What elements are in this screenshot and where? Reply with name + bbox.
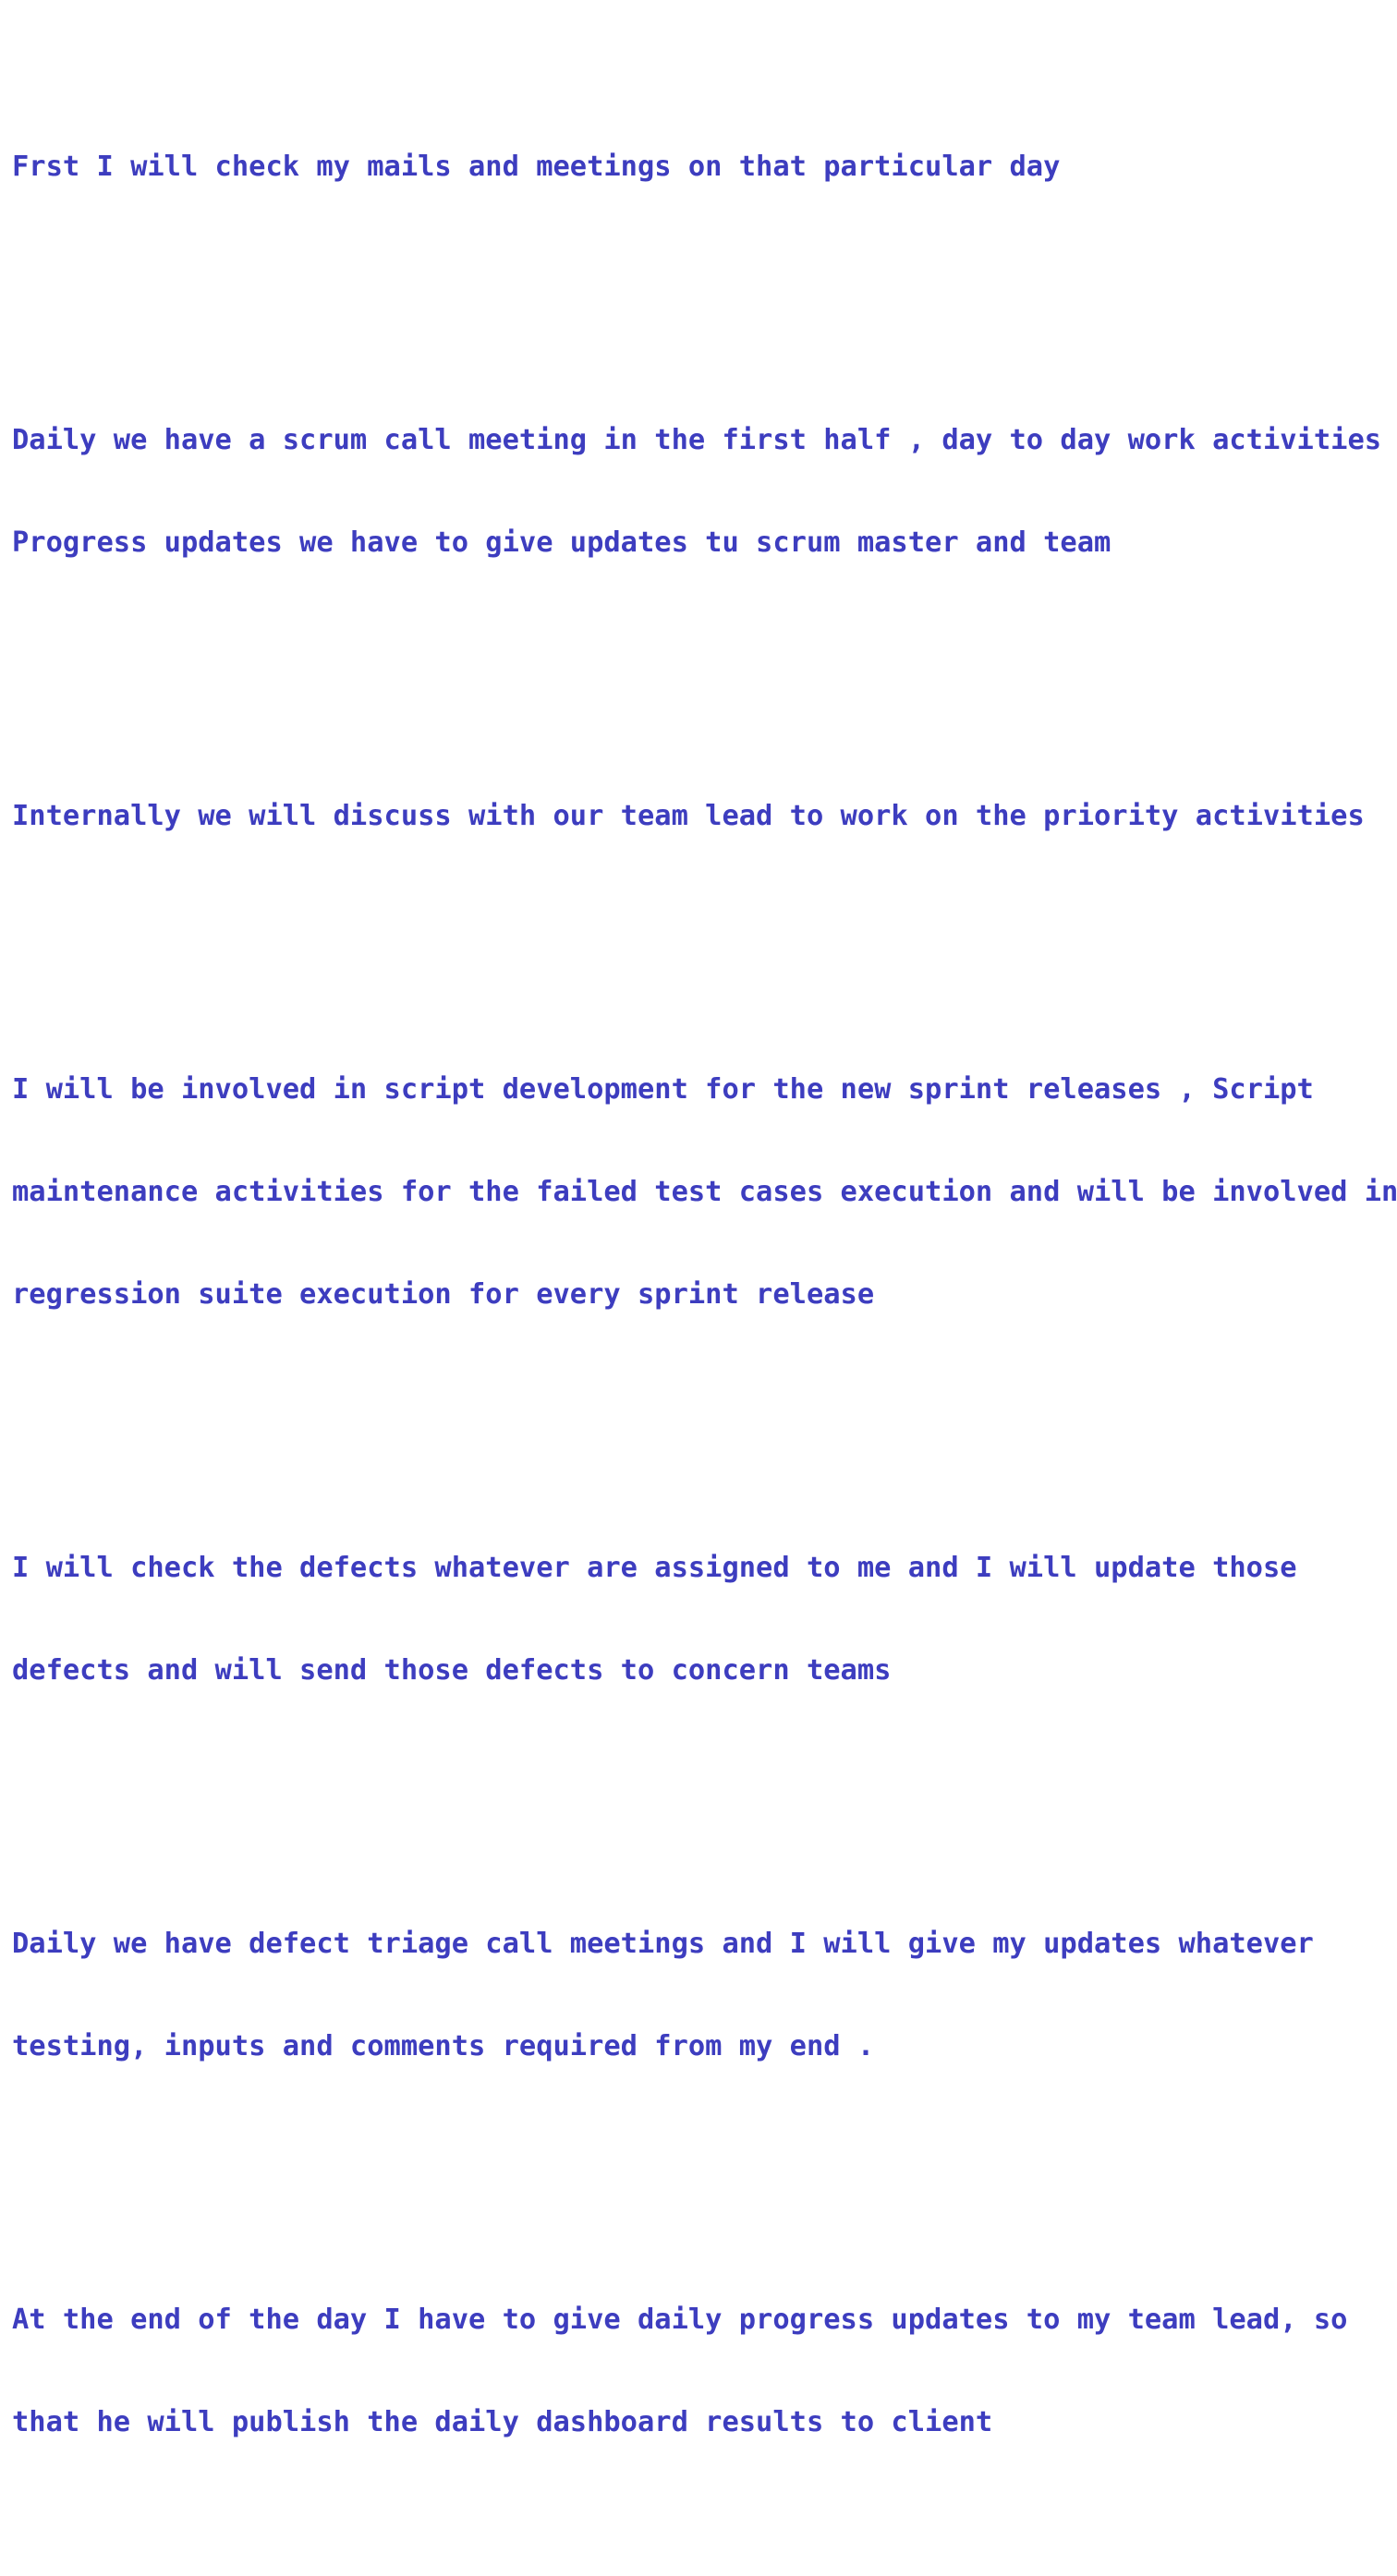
paragraph-defects: I will check the defects whatever are as… bbox=[12, 1482, 1389, 1756]
paragraph-check-mails: Frst I will check my mails and meetings … bbox=[12, 81, 1389, 252]
paragraph-line: that he will publish the daily dashboard… bbox=[12, 2406, 993, 2438]
paragraph-line: Daily we have a scrum call meeting in th… bbox=[12, 424, 1397, 456]
paragraph-line: I will check the defects whatever are as… bbox=[12, 1552, 1297, 1584]
paragraph-line: Frst I will check my mails and meetings … bbox=[12, 151, 1061, 183]
paragraph-script-development: I will be involved in script development… bbox=[12, 1004, 1397, 1380]
paragraph-line: defects and will send those defects to c… bbox=[12, 1654, 892, 1687]
paragraph-line: maintenance activities for the failed te… bbox=[12, 1176, 1397, 1208]
paragraph-scrum-call: Daily we have a scrum call meeting in th… bbox=[12, 355, 1389, 628]
document-body: Frst I will check my mails and meetings … bbox=[12, 13, 1397, 2576]
paragraph-line: Progress updates we have to give updates… bbox=[12, 526, 1112, 559]
paragraph-defect-triage: Daily we have defect triage call meeting… bbox=[12, 1858, 1389, 2132]
paragraph-line: regression suite execution for every spr… bbox=[12, 1278, 875, 1311]
paragraph-line: Internally we will discuss with our team… bbox=[12, 800, 1365, 832]
paragraph-line: I will be involved in script development… bbox=[12, 1073, 1314, 1106]
paragraph-line: Daily we have defect triage call meeting… bbox=[12, 1928, 1314, 1960]
paragraph-end-of-day: At the end of the day I have to give dai… bbox=[12, 2234, 1389, 2508]
paragraph-line: testing, inputs and comments required fr… bbox=[12, 2030, 875, 2062]
paragraph-team-lead-discussion: Internally we will discuss with our team… bbox=[12, 731, 1389, 901]
paragraph-line: At the end of the day I have to give dai… bbox=[12, 2304, 1348, 2336]
